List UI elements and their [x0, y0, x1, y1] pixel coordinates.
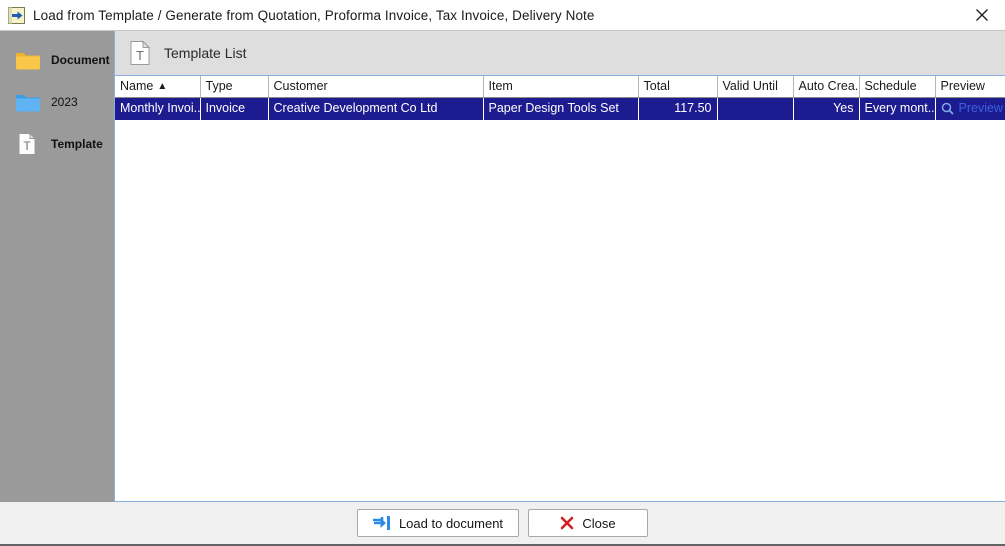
column-header-name[interactable]: Name ▲: [115, 76, 201, 98]
dialog-body: Document 2023 T Template T Template List…: [0, 31, 1005, 502]
template-table: Name ▲ Type Customer Item Total Valid Unt…: [115, 76, 1005, 120]
sidebar-item-2023[interactable]: 2023: [0, 81, 114, 123]
column-header-label: Customer: [273, 79, 328, 93]
svg-text:T: T: [136, 48, 144, 63]
sidebar-item-label: Template: [51, 137, 103, 151]
column-header-valid-until[interactable]: Valid Until: [717, 76, 794, 98]
column-header-customer[interactable]: Customer: [268, 76, 484, 98]
cell-item: Paper Design Tools Set: [483, 97, 638, 120]
load-template-icon: [8, 6, 25, 24]
load-arrow-icon: [372, 515, 391, 531]
close-button-label: Close: [582, 515, 616, 531]
cell-schedule: Every mont...: [859, 97, 935, 120]
table-row[interactable]: Monthly Invoi... Invoice Creative Develo…: [115, 97, 1005, 120]
folder-icon-blue: [14, 90, 42, 114]
load-to-document-label: Load to document: [398, 515, 504, 531]
cell-total: 117.50: [638, 97, 717, 120]
dialog-window: Load from Template / Generate from Quota…: [0, 0, 1005, 546]
preview-link[interactable]: Preview: [959, 101, 1003, 115]
column-header-label: Name: [120, 79, 154, 93]
sidebar-item-label: Document: [51, 53, 110, 67]
cell-customer: Creative Development Co Ltd: [268, 97, 483, 120]
close-icon: [975, 8, 989, 22]
cell-valid-until: [717, 97, 793, 120]
window-title: Load from Template / Generate from Quota…: [33, 7, 595, 23]
column-header-preview[interactable]: Preview: [935, 76, 1005, 98]
column-header-item[interactable]: Item: [483, 76, 639, 98]
sidebar: Document 2023 T Template: [0, 31, 114, 502]
magnifier-icon: [941, 102, 954, 115]
panel-title: Template List: [164, 45, 247, 61]
sidebar-item-template[interactable]: T Template: [0, 123, 114, 165]
column-header-schedule[interactable]: Schedule: [859, 76, 936, 98]
column-header-label: Preview: [940, 79, 985, 93]
x-icon-red: [560, 516, 574, 530]
dialog-footer: Load to document Close: [0, 502, 1005, 546]
panel-header: T Template List: [115, 31, 1005, 76]
title-bar: Load from Template / Generate from Quota…: [0, 0, 1005, 31]
column-header-type[interactable]: Type: [200, 76, 269, 98]
sidebar-item-label: 2023: [51, 95, 78, 109]
column-header-auto-create[interactable]: Auto Crea...: [793, 76, 860, 98]
cell-preview[interactable]: Preview: [935, 97, 1005, 120]
column-header-label: Type: [205, 79, 233, 93]
template-page-icon: T: [129, 40, 151, 66]
column-header-label: Total: [643, 79, 670, 93]
close-window-button[interactable]: [959, 0, 1005, 30]
sidebar-item-document[interactable]: Document: [0, 39, 114, 81]
table-header-row: Name ▲ Type Customer Item Total Valid Unt…: [115, 76, 1005, 98]
column-header-label: Schedule: [864, 79, 917, 93]
folder-icon-yellow: [14, 48, 42, 72]
content-panel: T Template List Name ▲ Type Customer Ite…: [114, 31, 1005, 502]
column-header-label: Auto Crea...: [798, 79, 859, 93]
cell-auto-create: Yes: [793, 97, 859, 120]
load-to-document-button[interactable]: Load to document: [356, 509, 520, 537]
template-list-grid: Name ▲ Type Customer Item Total Valid Unt…: [115, 76, 1005, 501]
sort-ascending-icon[interactable]: ▲: [157, 82, 167, 92]
svg-text:T: T: [23, 139, 31, 153]
template-page-icon: T: [14, 132, 42, 156]
column-header-label: Item: [488, 79, 513, 93]
close-button[interactable]: Close: [528, 509, 649, 537]
cell-name: Monthly Invoi...: [115, 97, 200, 120]
column-header-total[interactable]: Total: [638, 76, 718, 98]
cell-type: Invoice: [200, 97, 268, 120]
column-header-label: Valid Until: [722, 79, 778, 93]
